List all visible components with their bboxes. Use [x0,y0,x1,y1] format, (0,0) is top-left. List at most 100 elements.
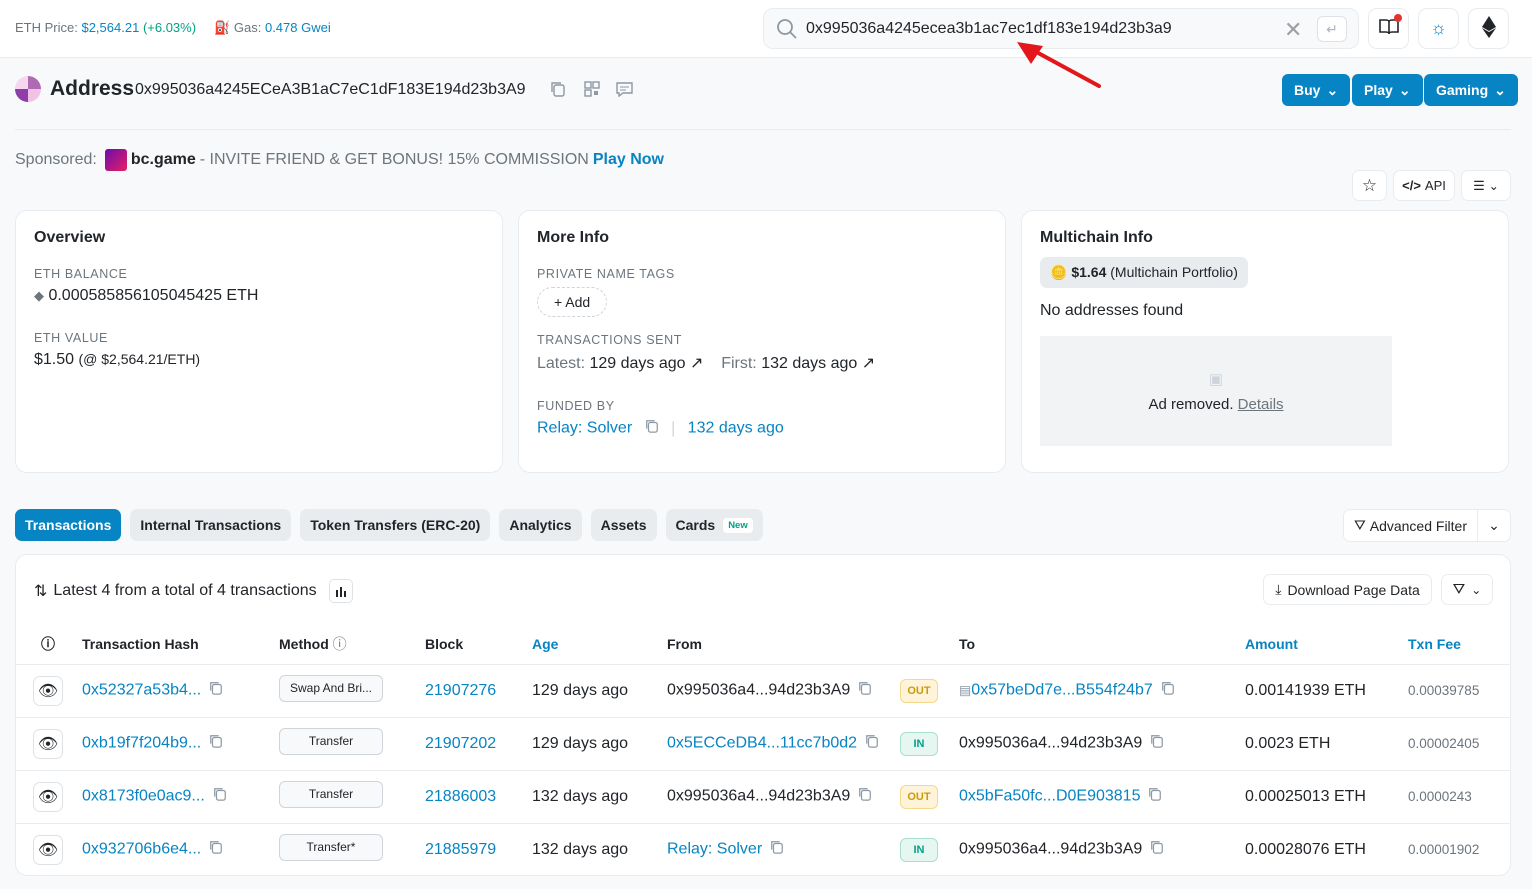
gaming-button[interactable]: Gaming ⌄ [1424,74,1518,106]
direction-badge: IN [900,837,938,862]
help-icon[interactable]: ⓘ [333,636,347,652]
copy-icon[interactable] [1161,681,1175,700]
amount-cell: 0.00025013 ETH [1245,770,1408,824]
eye-icon[interactable]: 👁 [33,675,63,706]
eye-icon[interactable]: 👁 [33,728,63,759]
copy-icon[interactable] [550,81,566,101]
from-cell: Relay: Solver [667,823,900,875]
ad-placeholder: ▣ Ad removed. Details [1040,336,1392,446]
copy-icon[interactable] [858,787,872,806]
block-link[interactable]: 21885979 [425,841,496,858]
tx-hash-link[interactable]: 0x8173f0e0ac9... [82,788,205,805]
book-button[interactable] [1368,8,1409,49]
advanced-filter-label: Advanced Filter [1369,517,1468,534]
block-link[interactable]: 21907276 [425,682,496,699]
network-button[interactable] [1468,8,1509,49]
chart-icon[interactable] [328,579,353,603]
block-cell: 21886003 [425,770,532,824]
gas-value[interactable]: 0.478 Gwei [265,20,331,35]
eye-icon[interactable]: 👁 [33,781,63,812]
copy-icon[interactable] [213,787,227,806]
clear-icon[interactable]: ✕ [1284,17,1302,43]
gaming-label: Gaming [1436,82,1489,98]
method-cell: Transfer [279,770,425,824]
copy-icon[interactable] [865,734,879,753]
to-address[interactable]: 0x5bFa50fc...D0E903815 [959,788,1140,805]
funded-age-link[interactable]: 132 days ago [688,420,784,437]
copy-icon[interactable] [645,419,659,438]
multichain-portfolio-button[interactable]: 🪙 $1.64 (Multichain Portfolio) [1040,257,1248,288]
copy-icon[interactable] [858,681,872,700]
portfolio-label: (Multichain Portfolio) [1110,264,1238,280]
col-txn-fee[interactable]: Txn Fee [1408,625,1510,665]
col-method: Method ⓘ [279,625,425,665]
copy-icon[interactable] [770,840,784,859]
tab-analytics[interactable]: Analytics [499,509,582,541]
latest-value[interactable]: 129 days ago [589,355,685,372]
funded-by-link[interactable]: Relay: Solver [537,420,632,437]
transactions-sent: Latest: 129 days ago ↗ First: 132 days a… [537,353,987,373]
play-now-link[interactable]: Play Now [593,151,664,169]
tab-cards[interactable]: Cards New [665,509,763,541]
col-age[interactable]: Age [532,625,667,665]
chevron-down-icon[interactable]: ⌄ [1478,517,1510,534]
ad-text: Ad removed. [1148,395,1234,413]
block-link[interactable]: 21886003 [425,788,496,805]
play-button[interactable]: Play ⌄ [1352,74,1423,106]
avatar [15,76,41,102]
theme-button[interactable]: ☼ [1418,8,1459,49]
from-address[interactable]: Relay: Solver [667,841,762,858]
api-button[interactable]: </> API [1393,170,1455,201]
block-cell: 21907202 [425,717,532,771]
col-amount[interactable]: Amount [1245,625,1408,665]
direction-badge: IN [900,731,938,756]
table-row: 👁 0x52327a53b4... Swap And Bri... 21907276 1… [16,664,1510,718]
external-arrow-icon[interactable]: ↗ [862,355,875,372]
download-page-data-button[interactable]: ⤓ Download Page Data [1263,574,1432,605]
tab-assets[interactable]: Assets [590,509,657,541]
copy-icon[interactable] [209,840,223,859]
qr-code-icon[interactable] [584,81,600,101]
buy-button[interactable]: Buy ⌄ [1282,74,1351,106]
to-address[interactable]: 0x57beDd7e...B554f24b7 [971,682,1152,699]
enter-icon[interactable]: ↵ [1317,16,1347,42]
hash-cell: 0xb19f7f204b9... [82,717,279,771]
copy-icon[interactable] [209,734,223,753]
col-direction [900,625,959,665]
filter-button[interactable]: ⛛ ⌄ [1441,574,1493,605]
chevron-down-icon: ⌄ [1488,178,1499,193]
copy-icon[interactable] [209,681,223,700]
tx-hash-link[interactable]: 0x932706b6e4... [82,841,201,858]
add-tag-button[interactable]: + Add [537,287,608,317]
advanced-filter-button[interactable]: ⛛ Advanced Filter ⌄ [1343,509,1511,542]
from-cell: 0x5ECCeDB4...11cc7b0d2 [667,717,900,771]
first-value[interactable]: 132 days ago [761,355,857,372]
tx-hash-link[interactable]: 0xb19f7f204b9... [82,735,201,752]
help-icon[interactable]: ⓘ [16,625,82,665]
eye-icon[interactable]: 👁 [33,834,63,865]
block-link[interactable]: 21907202 [425,735,496,752]
tab-transactions[interactable]: Transactions [15,509,122,541]
search-input[interactable] [806,17,1276,41]
comment-icon[interactable] [616,81,633,101]
chevron-down-icon: ⌄ [1326,81,1339,98]
to-cell: ▤0x57beDd7e...B554f24b7 [959,664,1245,718]
favorite-button[interactable]: ☆ [1352,170,1387,201]
copy-icon[interactable] [1150,840,1164,859]
ad-details-link[interactable]: Details [1238,396,1284,413]
tab-token-transfers[interactable]: Token Transfers (ERC-20) [300,509,491,541]
filter-icon: ⛛ [1452,581,1466,598]
copy-icon[interactable] [1150,734,1164,753]
from-address[interactable]: 0x5ECCeDB4...11cc7b0d2 [667,735,857,752]
sort-icon: ⇅ [34,583,48,600]
tab-internal-transactions[interactable]: Internal Transactions [130,509,292,541]
eth-price-value[interactable]: $2,564.21 [81,20,139,35]
copy-icon[interactable] [1148,787,1162,806]
external-arrow-icon[interactable]: ↗ [690,355,703,372]
tx-hash-link[interactable]: 0x52327a53b4... [82,682,201,699]
sponsor-brand: bc.game [130,151,196,168]
sun-icon: ☼ [1430,18,1447,38]
more-options-button[interactable]: ☰ ⌄ [1461,170,1511,201]
fee-cell: 0.0000243 [1408,770,1510,824]
table-row: 👁 0x932706b6e4... Transfer* 21885979 132 day… [16,823,1510,875]
